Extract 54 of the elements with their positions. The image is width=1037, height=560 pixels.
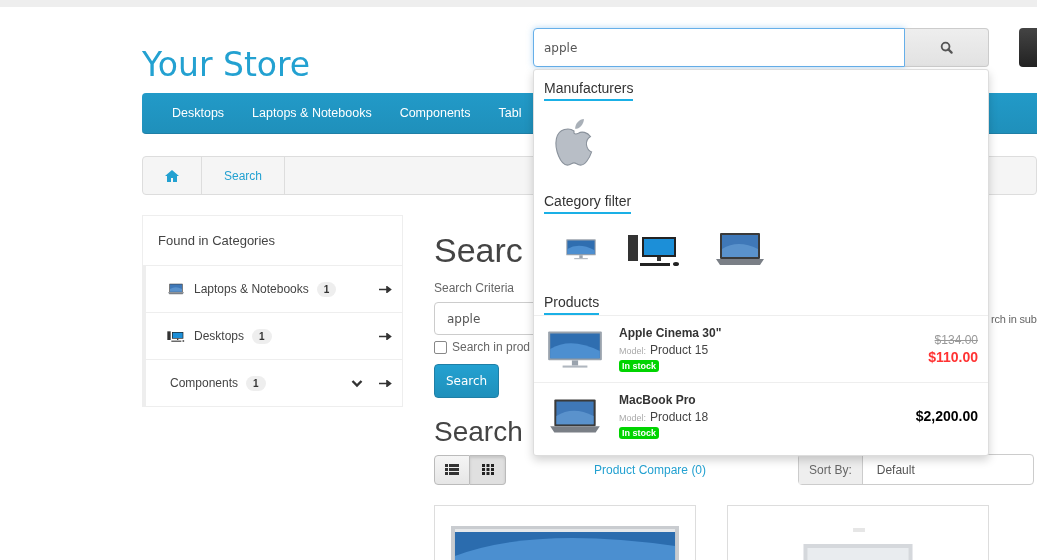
arrow-right-icon[interactable] — [379, 379, 392, 387]
search-icon — [940, 41, 953, 54]
product-name: MacBook Pro — [619, 393, 697, 407]
menu-item[interactable]: Tabl — [498, 106, 522, 120]
product-result[interactable]: MacBook Pro Model: Product 18 In stock $2,200.00 — [534, 382, 988, 449]
price: $110.00 — [928, 349, 978, 365]
menu-item[interactable]: Desktops — [172, 106, 225, 120]
checkbox-label: Search in prod — [452, 340, 531, 354]
arrow-right-icon[interactable] — [379, 285, 392, 293]
field-label: Search Criteria — [434, 281, 516, 295]
section-heading: Products — [544, 294, 600, 315]
menu-item[interactable]: Laptops & Notebooks — [252, 106, 372, 120]
search-field[interactable]: apple — [533, 28, 905, 67]
list-icon — [445, 464, 459, 475]
menu-item[interactable]: Components — [399, 106, 471, 120]
category-item[interactable]: Desktops 1 — [143, 313, 402, 360]
product-name: Apple Cinema 30" — [619, 326, 722, 340]
old-price: $134.00 — [934, 333, 978, 347]
checkbox-label: rch in sub — [991, 312, 1037, 325]
section-heading: Manufacturers — [544, 80, 634, 101]
home-icon[interactable] — [165, 169, 179, 182]
product-result[interactable]: Apple Cinema 30" Model: Product 15 In stock $134.00 $110.00 — [534, 315, 988, 382]
compare-link[interactable]: Product Compare (0) — [594, 462, 707, 477]
laptop-icon — [166, 282, 186, 296]
section-heading: Category filter — [544, 193, 632, 214]
category-name: Desktops — [194, 329, 245, 343]
list-view-button[interactable] — [434, 454, 470, 485]
grid-view-button[interactable] — [470, 454, 506, 485]
model-label: Model: — [619, 413, 646, 423]
model-value: Product 15 — [650, 343, 709, 357]
model-value: Product 18 — [650, 410, 709, 424]
category-item[interactable]: Laptops & Notebooks 1 — [143, 266, 402, 313]
grid-icon — [481, 464, 494, 475]
stock-badge: In stock — [619, 427, 659, 439]
count-badge: 1 — [252, 328, 272, 344]
stock-badge: In stock — [619, 360, 659, 372]
arrow-right-icon[interactable] — [379, 332, 392, 340]
category-name: Laptops & Notebooks — [194, 282, 309, 296]
category-item[interactable]: Components 1 — [143, 360, 402, 406]
model-label: Model: — [619, 346, 646, 356]
chevron-down-icon[interactable] — [351, 378, 363, 388]
panel-title: Found in Categories — [143, 216, 402, 266]
category-name: Components — [170, 376, 239, 390]
search-submit-button[interactable]: Search — [434, 364, 500, 398]
product-card[interactable] — [434, 505, 696, 560]
desktop-computer-icon — [166, 329, 186, 343]
page-heading: Searc — [434, 231, 523, 271]
section-heading: Search — [434, 416, 523, 448]
count-badge: 1 — [246, 375, 266, 391]
store-logo[interactable]: Your Store — [142, 45, 533, 84]
checkbox[interactable] — [434, 340, 447, 354]
price: $2,200.00 — [915, 408, 978, 424]
breadcrumb-link[interactable]: Search — [224, 168, 263, 183]
count-badge: 1 — [316, 281, 337, 297]
